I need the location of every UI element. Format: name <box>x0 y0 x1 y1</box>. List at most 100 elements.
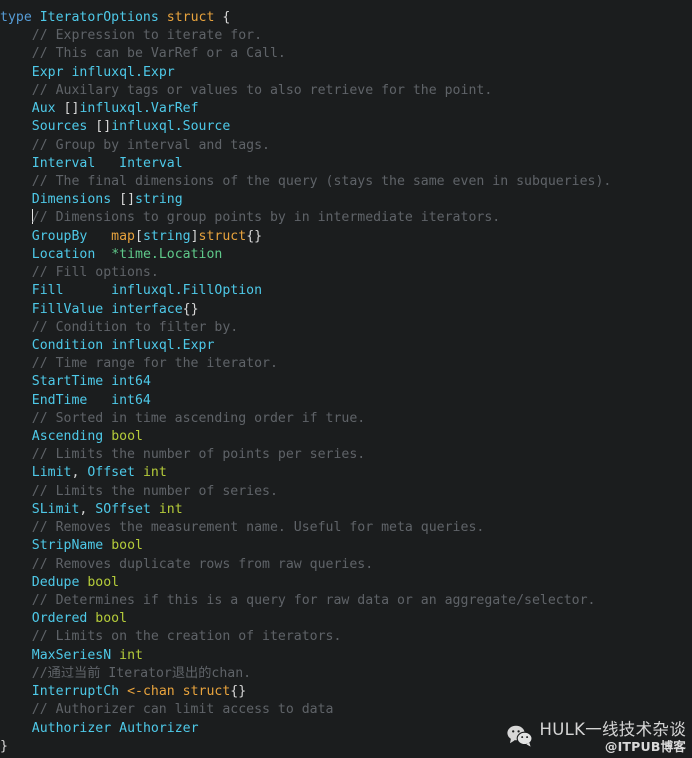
code-line[interactable]: Ascending bool <box>0 428 692 446</box>
code-token-comment: // Limits the number of points per serie… <box>31 447 366 463</box>
code-token-ident: Ascending <box>31 429 104 445</box>
code-token-ident: SLimit <box>31 501 80 517</box>
code-token-comment: // Determines if this is a query for raw… <box>31 593 596 608</box>
code-line[interactable]: Interval Interval <box>0 155 692 173</box>
code-line[interactable]: MaxSeriesN int <box>0 647 692 665</box>
code-line[interactable]: // Determines if this is a query for raw… <box>0 592 692 610</box>
code-token-ident: SOffset <box>95 501 151 517</box>
code-token-type: struct <box>182 684 231 700</box>
code-token-punct: {} <box>246 228 263 244</box>
code-line[interactable]: type IteratorOptions struct { <box>0 9 692 27</box>
code-token-comment: // Auxilary tags or values to also retri… <box>31 82 493 98</box>
code-line[interactable]: SLimit, SOffset int <box>0 501 692 519</box>
code-line[interactable]: InterruptCh <-chan struct{} <box>0 683 692 701</box>
code-token-ident: interface <box>111 301 183 317</box>
code-line[interactable]: GroupBy map[string]struct{} <box>0 228 692 246</box>
code-line[interactable]: Dimensions []string <box>0 191 692 209</box>
code-line[interactable]: Aux []influxql.VarRef <box>0 100 692 118</box>
code-token-punct: {} <box>230 684 247 700</box>
code-line[interactable]: // Auxilary tags or values to also retri… <box>0 82 692 100</box>
code-line[interactable]: FillValue interface{} <box>0 301 692 319</box>
code-line[interactable]: //通过当前 Iterator退出的chan. <box>0 665 692 683</box>
code-line[interactable]: // Limits the number of series. <box>0 483 692 501</box>
code-token-comment: // Limits the number of series. <box>31 483 278 499</box>
code-token-punct: [] <box>63 101 80 117</box>
code-token-ident: Aux <box>31 101 56 117</box>
code-token-ident: influxql.VarRef <box>79 101 199 117</box>
code-line[interactable]: // Condition to filter by. <box>0 319 692 337</box>
code-line[interactable]: // Time range for the iterator. <box>0 355 692 373</box>
code-line[interactable]: // Removes duplicate rows from raw queri… <box>0 556 692 574</box>
code-token-comment: // Condition to filter by. <box>31 319 239 335</box>
code-line[interactable]: EndTime int64 <box>0 392 692 410</box>
code-line[interactable]: StripName bool <box>0 537 692 555</box>
code-token-ident: GroupBy <box>31 228 88 244</box>
code-token-type: struct <box>166 10 215 25</box>
code-line[interactable]: // The final dimensions of the query (st… <box>0 173 692 191</box>
code-line[interactable]: Condition influxql.Expr <box>0 337 692 355</box>
code-token-ident: Authorizer <box>119 720 199 736</box>
code-token-punct: [ <box>135 228 143 244</box>
code-line[interactable]: // Removes the measurement name. Useful … <box>0 519 692 537</box>
code-token-ident: Location <box>31 246 96 262</box>
code-token-ident: influxql.Source <box>111 119 231 135</box>
code-line[interactable]: StartTime int64 <box>0 373 692 391</box>
code-token-ident: Interval <box>119 155 183 171</box>
code-line[interactable]: Dedupe bool <box>0 574 692 592</box>
code-line[interactable]: // This can be VarRef or a Call. <box>0 45 692 63</box>
code-token-comment: // Expression to iterate for. <box>31 28 263 44</box>
code-line[interactable]: // Authorizer can limit access to data <box>0 701 692 719</box>
code-token-ident: influxql.FillOption <box>111 283 263 299</box>
code-editor[interactable]: type IteratorOptions struct { // Express… <box>0 0 692 758</box>
code-line[interactable]: // Limits on the creation of iterators. <box>0 628 692 646</box>
code-line[interactable]: // Expression to iterate for. <box>0 27 692 45</box>
code-token-ident: Condition <box>31 337 104 353</box>
code-line[interactable]: // Sorted in time ascending order if tru… <box>0 410 692 428</box>
code-token-ident: influxql.Expr <box>111 337 215 353</box>
code-token-punct: {} <box>182 301 199 317</box>
code-line[interactable]: Location *time.Location <box>0 246 692 264</box>
code-line[interactable]: // Group by interval and tags. <box>0 137 692 155</box>
code-line[interactable]: Ordered bool <box>0 610 692 628</box>
code-token-type: map <box>111 228 135 244</box>
code-line[interactable]: // Limits the number of points per serie… <box>0 446 692 464</box>
code-token-ident: int64 <box>111 392 151 408</box>
code-token-type: <-chan <box>127 684 175 700</box>
code-token-ident: Dimensions <box>31 192 112 208</box>
code-line[interactable]: Sources []influxql.Source <box>0 118 692 136</box>
code-token-ident: Dedupe <box>31 574 80 590</box>
code-line[interactable]: Fill influxql.FillOption <box>0 282 692 300</box>
code-token-builtin: int <box>119 647 143 663</box>
code-line[interactable]: Expr influxql.Expr <box>0 64 692 82</box>
code-token-comment: // Dimensions to group points by in inte… <box>31 210 501 226</box>
code-line[interactable]: Authorizer Authorizer <box>0 720 692 738</box>
code-token-punct: [] <box>119 192 136 208</box>
code-line[interactable]: Limit, Offset int <box>0 464 692 482</box>
code-token-ident: string <box>135 192 183 208</box>
code-line[interactable]: } <box>0 738 692 756</box>
code-line[interactable]: // Dimensions to group points by in inte… <box>0 209 692 227</box>
code-line[interactable]: // Fill options. <box>0 264 692 282</box>
code-content[interactable]: type IteratorOptions struct { // Express… <box>0 9 692 756</box>
code-token-ident: Offset <box>87 465 135 481</box>
